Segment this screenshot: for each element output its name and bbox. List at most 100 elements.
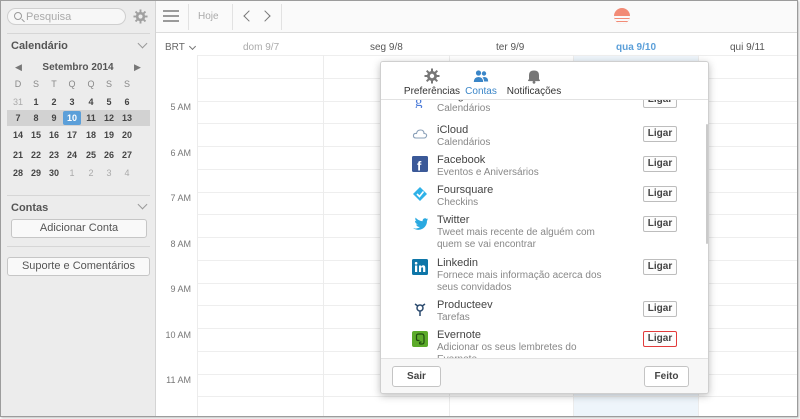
mini-calendar-day[interactable]: 8	[27, 111, 45, 125]
foursquare-icon	[412, 186, 428, 202]
mini-calendar-day[interactable]: 19	[100, 128, 118, 142]
weekday-label: S	[123, 79, 130, 89]
timezone-selector[interactable]: BRT	[165, 42, 185, 53]
hour-label: 6 AM	[170, 148, 191, 158]
search-input[interactable]	[26, 10, 122, 23]
connect-google-button[interactable]: Ligar	[643, 100, 677, 108]
mini-calendar-day[interactable]: 31	[9, 95, 27, 109]
day-header[interactable]: dom 9/7	[243, 42, 279, 53]
mini-calendar-day[interactable]: 22	[27, 148, 45, 162]
cloud-icon	[412, 126, 428, 142]
toolbar-separator	[281, 4, 282, 30]
connect-icloud-button[interactable]: Ligar	[643, 126, 677, 142]
mini-calendar-day[interactable]: 10	[63, 111, 81, 125]
divider	[7, 195, 150, 196]
mini-calendar-day[interactable]: 2	[45, 95, 63, 109]
mini-calendar-day[interactable]: 1	[63, 166, 81, 180]
mini-calendar-day[interactable]: 23	[45, 148, 63, 162]
connect-producteev-button[interactable]: Ligar	[643, 301, 677, 317]
mini-calendar-day[interactable]: 3	[100, 166, 118, 180]
account-description: Tarefas	[437, 312, 470, 323]
tab-label: Contas	[465, 86, 497, 97]
mini-calendar-day[interactable]: 26	[100, 148, 118, 162]
mini-calendar-day[interactable]: 13	[118, 111, 136, 125]
mini-calendar-day[interactable]: 2	[82, 166, 100, 180]
mini-calendar-day[interactable]: 7	[9, 111, 27, 125]
day-header[interactable]: qua 9/10	[616, 42, 656, 53]
mini-calendar-day[interactable]: 15	[27, 128, 45, 142]
connect-facebook-button[interactable]: Ligar	[643, 156, 677, 172]
mini-calendar-day[interactable]: 12	[100, 111, 118, 125]
account-name: Producteev	[437, 299, 493, 311]
mini-calendar-day[interactable]: 17	[63, 128, 81, 142]
chevron-down-icon[interactable]	[137, 38, 148, 49]
mini-calendar-day[interactable]: 11	[82, 111, 100, 125]
connect-evernote-button[interactable]: Ligar	[643, 331, 677, 347]
prev-month-icon[interactable]: ◀	[15, 62, 22, 73]
day-header[interactable]: qui 9/11	[730, 42, 765, 53]
mini-calendar-day[interactable]: 28	[9, 166, 27, 180]
svg-text:f: f	[417, 159, 422, 173]
chevron-down-icon[interactable]	[137, 199, 148, 210]
exit-button[interactable]: Sair	[392, 366, 441, 387]
day-header[interactable]: seg 9/8	[370, 42, 403, 53]
account-name: Google	[437, 100, 472, 102]
today-button[interactable]: Hoje	[198, 11, 219, 22]
google-icon: g	[412, 100, 428, 110]
search-box[interactable]	[7, 8, 126, 25]
account-name: Linkedin	[437, 257, 478, 269]
mini-calendar-day[interactable]: 20	[118, 128, 136, 142]
search-icon	[14, 12, 22, 20]
twitter-icon	[412, 216, 428, 232]
add-account-button[interactable]: Adicionar Conta	[11, 219, 147, 238]
mini-calendar-day[interactable]: 18	[82, 128, 100, 142]
mini-calendar-day[interactable]: 14	[9, 128, 27, 142]
mini-calendar-day[interactable]: 4	[118, 166, 136, 180]
divider	[7, 33, 150, 34]
mini-calendar-day[interactable]: 1	[27, 95, 45, 109]
mini-calendar-day[interactable]: 6	[118, 95, 136, 109]
app-window: Calendário ◀ Setembro 2014 ▶ DSTQQSS3112…	[0, 0, 798, 417]
users-icon	[473, 70, 489, 82]
weekday-label: T	[51, 79, 57, 89]
accounts-list[interactable]: gGoogleCalendáriosLigariCloudCalendários…	[381, 100, 708, 358]
mini-calendar-day[interactable]: 29	[27, 166, 45, 180]
done-button[interactable]: Feito	[644, 366, 689, 387]
support-feedback-button[interactable]: Suporte e Comentários	[7, 257, 150, 276]
tab-accounts[interactable]: Contas	[464, 68, 498, 97]
day-header[interactable]: ter 9/9	[496, 42, 524, 53]
gear-icon[interactable]	[133, 9, 148, 24]
hour-label: 5 AM	[170, 102, 191, 112]
hour-label: 9 AM	[170, 284, 191, 294]
svg-text:g: g	[415, 100, 423, 108]
weather-icon	[614, 8, 630, 24]
scrollbar[interactable]	[706, 124, 708, 244]
mini-calendar-day[interactable]: 16	[45, 128, 63, 142]
weekday-label: S	[32, 79, 39, 89]
sidebar: Calendário ◀ Setembro 2014 ▶ DSTQQSS3112…	[1, 1, 156, 416]
mini-calendar-day[interactable]: 9	[45, 111, 63, 125]
tab-preferences[interactable]: Preferências	[399, 68, 465, 97]
mini-calendar-day[interactable]: 5	[100, 95, 118, 109]
mini-calendar-day[interactable]: 25	[82, 148, 100, 162]
mini-calendar-day[interactable]: 4	[82, 95, 100, 109]
connect-linkedin-button[interactable]: Ligar	[643, 259, 677, 275]
mini-calendar-day[interactable]: 24	[63, 148, 81, 162]
next-month-icon[interactable]: ▶	[134, 62, 141, 73]
mini-calendar-day[interactable]: 27	[118, 148, 136, 162]
facebook-icon: f	[412, 156, 428, 174]
hour-label: 10 AM	[165, 330, 191, 340]
divider	[7, 246, 150, 247]
connect-foursquare-button[interactable]: Ligar	[643, 186, 677, 202]
mini-calendar-day[interactable]: 21	[9, 148, 27, 162]
connect-twitter-button[interactable]: Ligar	[643, 216, 677, 232]
producteev-icon	[412, 301, 428, 317]
tab-label: Notificações	[506, 86, 562, 97]
dialog-tabs: Preferências Contas Notificações	[381, 62, 708, 100]
tab-notifications[interactable]: Notificações	[505, 68, 563, 97]
gear-icon	[424, 68, 440, 84]
mini-calendar-day[interactable]: 30	[45, 166, 63, 180]
weekday-label: D	[14, 79, 22, 89]
menu-icon[interactable]	[163, 10, 179, 22]
mini-calendar-day[interactable]: 3	[63, 95, 81, 109]
